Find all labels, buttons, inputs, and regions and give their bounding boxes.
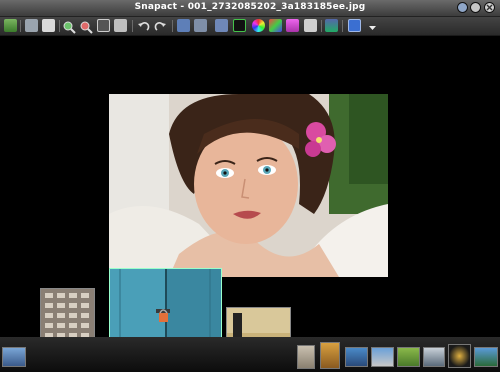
toolbar-separator — [321, 20, 322, 32]
filmstrip-thumbnail[interactable] — [448, 344, 471, 368]
zoom-out-icon[interactable] — [80, 19, 93, 34]
edit-icon[interactable] — [215, 19, 228, 32]
more-dropdown-icon[interactable] — [366, 19, 379, 32]
filmstrip-thumbnail[interactable] — [423, 347, 445, 367]
screen-capture-icon[interactable] — [325, 19, 338, 32]
crop-icon[interactable] — [233, 19, 246, 32]
filmstrip-thumbnail[interactable] — [397, 347, 420, 367]
bride-portrait-image — [109, 94, 388, 277]
window-title-bar: Snapact - 001_2732085202_3a183185ee.jpg — [0, 0, 500, 17]
rotate-left-icon[interactable] — [137, 19, 150, 32]
main-photo — [109, 94, 388, 277]
help-icon[interactable] — [348, 19, 361, 32]
filmstrip-thumbnail[interactable] — [474, 347, 498, 367]
info-icon[interactable] — [304, 19, 317, 32]
fit-to-window-icon[interactable] — [97, 19, 110, 32]
close-window-button[interactable] — [484, 2, 495, 13]
zoom-in-icon[interactable] — [63, 19, 76, 34]
filmstrip-thumbnail[interactable] — [371, 347, 394, 367]
color-wheel-icon[interactable] — [252, 19, 265, 32]
open-folder-icon[interactable] — [4, 19, 17, 32]
toolbar-separator — [172, 20, 173, 32]
actual-size-icon[interactable] — [114, 19, 127, 32]
filmstrip — [0, 337, 500, 372]
toolbar — [0, 17, 500, 36]
close-icon — [486, 4, 493, 11]
thumbnails-icon[interactable] — [25, 19, 38, 32]
rotate-right-icon[interactable] — [154, 19, 167, 32]
filmstrip-thumbnail[interactable] — [320, 342, 340, 369]
slideshow-icon[interactable] — [177, 19, 190, 32]
effects-icon[interactable] — [269, 19, 282, 32]
help-window-button[interactable] — [457, 2, 468, 13]
enhance-icon[interactable] — [286, 19, 299, 32]
toolbar-separator — [20, 20, 21, 32]
toolbar-separator — [59, 20, 60, 32]
filmstrip-thumbnail[interactable] — [345, 347, 368, 367]
print-icon[interactable] — [42, 19, 55, 32]
filmstrip-thumbnail[interactable] — [2, 347, 26, 367]
window-title: Snapact - 001_2732085202_3a183185ee.jpg — [134, 2, 366, 12]
toolbar-separator — [132, 20, 133, 32]
gallery-icon[interactable] — [194, 19, 207, 32]
filmstrip-thumbnail[interactable] — [297, 345, 315, 369]
toolbar-separator — [342, 20, 343, 32]
minimize-window-button[interactable] — [470, 2, 481, 13]
